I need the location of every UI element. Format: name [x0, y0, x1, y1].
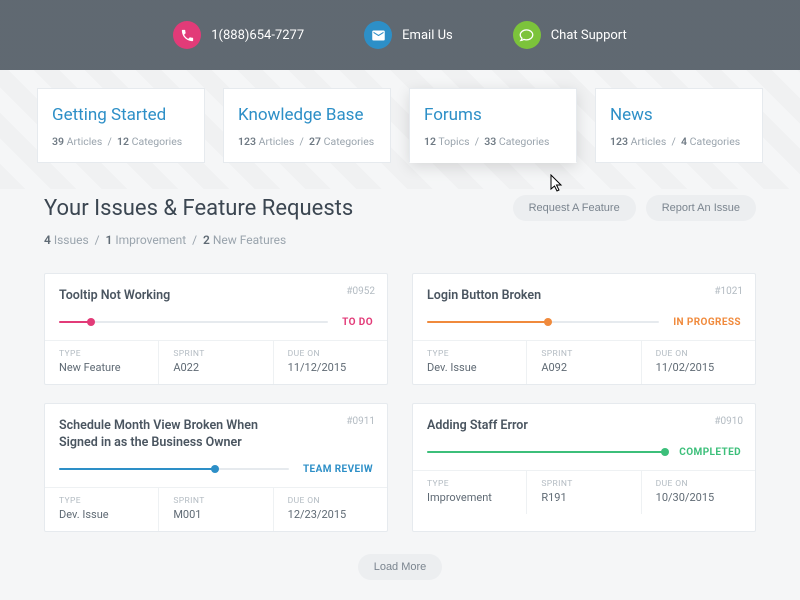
nav-card-meta: 123 Articles / 27 Categories — [238, 135, 376, 148]
nav-card-title: Forums — [424, 105, 562, 125]
issue-meta: TYPEDev. IssueSPRINTM001DUE ON12/23/2015 — [45, 487, 387, 531]
email-label: Email Us — [402, 28, 453, 43]
issue-status: TEAM REVEIW — [303, 464, 373, 475]
progress-track — [59, 321, 328, 323]
email-contact[interactable]: Email Us — [364, 21, 453, 49]
issue-id: #0952 — [346, 286, 375, 297]
category-nav: Getting Started 39 Articles / 12 Categori… — [0, 70, 800, 189]
chat-label: Chat Support — [551, 28, 627, 43]
nav-card-title: Getting Started — [52, 105, 190, 125]
issue-title: Schedule Month View Broken When Signed i… — [59, 418, 279, 452]
nav-card-getting-started[interactable]: Getting Started 39 Articles / 12 Categori… — [37, 88, 205, 163]
nav-card-forums[interactable]: Forums 12 Topics / 33 Categories — [409, 88, 577, 163]
issue-title: Tooltip Not Working — [59, 288, 279, 305]
issue-title: Adding Staff Error — [427, 418, 647, 435]
phone-number: 1(888)654-7277 — [211, 28, 304, 43]
issue-card[interactable]: #0911 Schedule Month View Broken When Sig… — [44, 403, 388, 532]
issues-grid: #0952 Tooltip Not Working TO DO TYPENew Fea… — [44, 273, 756, 532]
issue-status: TO DO — [342, 317, 373, 328]
issue-card[interactable]: #0952 Tooltip Not Working TO DO TYPENew Fea… — [44, 273, 388, 385]
issue-title: Login Button Broken — [427, 288, 647, 305]
nav-card-title: News — [610, 105, 748, 125]
progress-track — [59, 468, 289, 470]
issue-id: #0911 — [346, 416, 375, 427]
issue-status: IN PROGRESS — [673, 317, 741, 328]
section-title: Your Issues & Feature Requests — [44, 196, 353, 221]
issue-id: #1021 — [714, 286, 743, 297]
phone-icon — [173, 21, 201, 49]
issue-meta: TYPENew FeatureSPRINTA022DUE ON11/12/201… — [45, 340, 387, 384]
issue-card[interactable]: #0910 Adding Staff Error COMPLETED TYPEImpr… — [412, 403, 756, 532]
issues-summary: 4 Issues / 1 Improvement / 2 New Feature… — [44, 233, 756, 247]
nav-card-meta: 39 Articles / 12 Categories — [52, 135, 190, 148]
chat-icon — [513, 21, 541, 49]
phone-contact[interactable]: 1(888)654-7277 — [173, 21, 304, 49]
issue-status: COMPLETED — [679, 447, 741, 458]
load-more-button[interactable]: Load More — [358, 554, 443, 580]
issue-card[interactable]: #1021 Login Button Broken IN PROGRESS TYPED… — [412, 273, 756, 385]
hero-contact-bar: 1(888)654-7277 Email Us Chat Support — [0, 0, 800, 70]
nav-card-meta: 12 Topics / 33 Categories — [424, 135, 562, 148]
chat-contact[interactable]: Chat Support — [513, 21, 627, 49]
report-issue-button[interactable]: Report An Issue — [646, 195, 756, 221]
issue-meta: TYPEImprovementSPRINTR191DUE ON10/30/201… — [413, 470, 755, 514]
nav-card-title: Knowledge Base — [238, 105, 376, 125]
progress-track — [427, 451, 665, 453]
nav-card-meta: 123 Articles / 4 Categories — [610, 135, 748, 148]
progress-track — [427, 321, 659, 323]
email-icon — [364, 21, 392, 49]
nav-card-knowledge-base[interactable]: Knowledge Base 123 Articles / 27 Categori… — [223, 88, 391, 163]
issue-id: #0910 — [714, 416, 743, 427]
request-feature-button[interactable]: Request A Feature — [513, 195, 636, 221]
issue-meta: TYPEDev. IssueSPRINTA092DUE ON11/02/2015 — [413, 340, 755, 384]
nav-card-news[interactable]: News 123 Articles / 4 Categories — [595, 88, 763, 163]
